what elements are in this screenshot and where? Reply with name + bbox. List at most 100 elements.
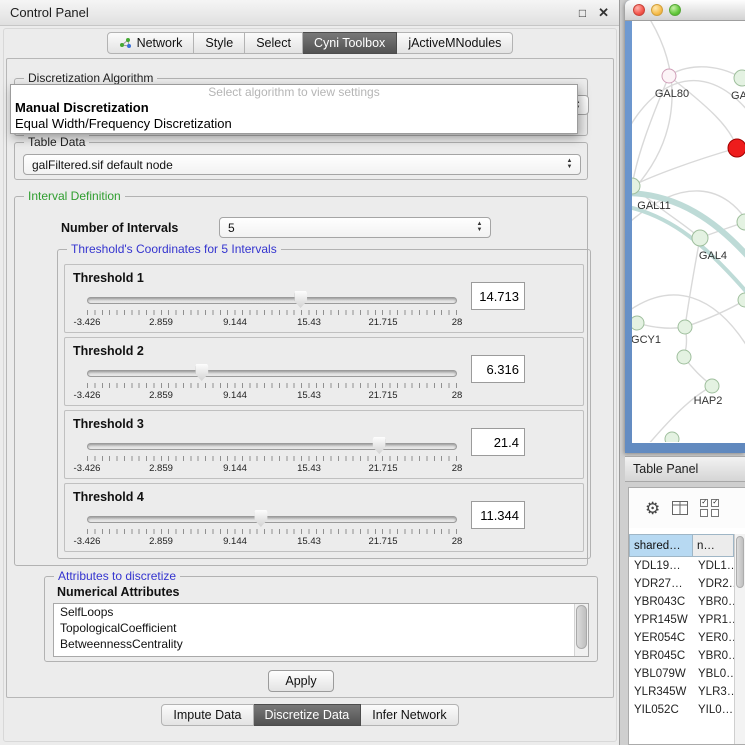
network-node[interactable]	[632, 316, 644, 330]
float-window-icon[interactable]: □	[579, 6, 586, 20]
table-row[interactable]: YBR043CYBR0…	[629, 593, 734, 611]
table-cell: YPR1…	[693, 614, 734, 626]
network-node[interactable]	[662, 69, 676, 83]
network-node[interactable]	[728, 139, 745, 157]
table-panel-title: Table Panel	[633, 462, 698, 476]
tab-select[interactable]: Select	[245, 32, 303, 54]
network-node-label: GA	[731, 90, 745, 102]
zoom-traffic-light-icon[interactable]	[669, 4, 681, 16]
network-edge	[634, 21, 672, 189]
table-data-group: Table Data galFiltered.sif default node …	[14, 142, 588, 180]
network-node[interactable]	[705, 379, 719, 393]
table-row[interactable]: YIL052CYIL0…	[629, 701, 734, 719]
table-rows: YDL19…YDL1… YDR27…YDR2… YBR043CYBR0… YPR…	[629, 557, 734, 744]
network-node[interactable]	[737, 214, 745, 230]
minimize-traffic-light-icon[interactable]	[651, 4, 663, 16]
number-of-intervals-label: Number of Intervals	[61, 221, 178, 235]
threshold-1-value-field[interactable]: 14.713	[471, 282, 525, 310]
gear-icon[interactable]: ⚙	[645, 500, 660, 517]
number-of-intervals-value: 5	[228, 221, 235, 235]
table-row[interactable]: YER054CYER0…	[629, 629, 734, 647]
network-canvas-svg[interactable]: GAL80GAGAL11GAL4GCY1HAP2	[632, 21, 745, 442]
table-row[interactable]: YPR145WYPR1…	[629, 611, 734, 629]
tab-network[interactable]: Network	[107, 32, 195, 54]
table-row[interactable]: YBL079WYBL0…	[629, 665, 734, 683]
network-node[interactable]	[678, 320, 692, 334]
tab-style[interactable]: Style	[194, 32, 245, 54]
attributes-scrollbar[interactable]	[574, 604, 588, 656]
checkbox-icon: ✓	[711, 499, 719, 507]
close-window-icon[interactable]: ✕	[598, 5, 609, 21]
algorithm-dropdown-popup: Select algorithm to view settings Manual…	[10, 84, 578, 134]
slider-track[interactable]	[87, 370, 457, 377]
dropdown-placeholder: Select algorithm to view settings	[11, 85, 577, 100]
network-node-label: GAL80	[655, 88, 689, 100]
close-traffic-light-icon[interactable]	[633, 4, 645, 16]
group-title: Threshold's Coordinates for 5 Intervals	[67, 242, 281, 256]
table-cell: YBR043C	[629, 596, 693, 608]
number-of-intervals-combobox[interactable]: 5 ▲▼	[219, 217, 491, 238]
network-node[interactable]	[738, 293, 745, 307]
scrollbar-thumb[interactable]	[736, 536, 744, 588]
network-node-label: GCY1	[632, 334, 661, 346]
columns-icon[interactable]	[672, 501, 688, 515]
table-row[interactable]: YDR27…YDR2…	[629, 575, 734, 593]
table-row[interactable]: YBR045CYBR0…	[629, 647, 734, 665]
column-header-name[interactable]: n…	[693, 534, 734, 557]
tab-impute-data[interactable]: Impute Data	[161, 704, 253, 726]
group-title: Interval Definition	[24, 189, 125, 203]
apply-button[interactable]: Apply	[268, 670, 334, 692]
list-item[interactable]: SelfLoops	[54, 604, 588, 620]
slider-track[interactable]	[87, 297, 457, 304]
checkbox-grid-icon[interactable]: ✓ ✓	[700, 499, 720, 517]
list-item[interactable]: BetweennessCentrality	[54, 636, 588, 652]
threshold-2-value-field[interactable]: 6.316	[471, 355, 525, 383]
tick-label: 2.859	[149, 317, 173, 328]
tick-label: -3.426	[74, 463, 101, 474]
table-row[interactable]: YLR345WYLR3…	[629, 683, 734, 701]
tab-label: Cyni Toolbox	[314, 36, 385, 50]
checkbox-icon	[711, 509, 719, 517]
table-scrollbar[interactable]	[734, 534, 745, 744]
list-item[interactable]: TopologicalCoefficient	[54, 620, 588, 636]
network-node[interactable]	[692, 230, 708, 246]
network-node[interactable]	[734, 70, 745, 86]
threshold-3-slider[interactable]: -3.426 2.859 9.144 15.43 21.715 28	[87, 436, 457, 478]
table-data-combobox[interactable]: galFiltered.sif default node ▲▼	[23, 154, 581, 175]
group-title: Table Data	[24, 135, 89, 149]
slider-thumb[interactable]	[254, 510, 267, 527]
slider-thumb[interactable]	[195, 364, 208, 381]
network-node[interactable]	[665, 432, 679, 442]
network-node[interactable]	[677, 350, 691, 364]
slider-thumb[interactable]	[373, 437, 386, 454]
tab-infer-network[interactable]: Infer Network	[361, 704, 458, 726]
slider-thumb[interactable]	[294, 291, 307, 308]
tab-discretize-data[interactable]: Discretize Data	[254, 704, 362, 726]
table-cell: YBL0…	[693, 668, 734, 680]
threshold-3-value-field[interactable]: 21.4	[471, 428, 525, 456]
table-cell: YLR3…	[693, 686, 734, 698]
threshold-4-value-field[interactable]: 11.344	[471, 501, 525, 529]
window-title: Control Panel	[10, 5, 567, 20]
dropdown-item-manual-discretization[interactable]: Manual Discretization	[11, 100, 577, 116]
tick-label: -3.426	[74, 536, 101, 547]
threshold-label: Threshold 1	[73, 271, 144, 285]
slider-track[interactable]	[87, 516, 457, 523]
threshold-4-slider[interactable]: -3.426 2.859 9.144 15.43 21.715 28	[87, 509, 457, 551]
column-header-shared-name[interactable]: shared…	[629, 534, 693, 557]
network-view-window: GAL80GAGAL11GAL4GCY1HAP2	[625, 0, 745, 453]
scrollbar-thumb[interactable]	[576, 605, 587, 649]
dropdown-item-equal-width-frequency[interactable]: Equal Width/Frequency Discretization	[11, 116, 577, 132]
threshold-1-slider[interactable]: -3.426 2.859 9.144 15.43 21.715 28	[87, 290, 457, 332]
threshold-2-slider[interactable]: -3.426 2.859 9.144 15.43 21.715 28	[87, 363, 457, 405]
network-canvas[interactable]: GAL80GAGAL11GAL4GCY1HAP2	[632, 21, 745, 443]
network-edge	[669, 67, 742, 78]
tab-cyni-toolbox[interactable]: Cyni Toolbox	[303, 32, 397, 54]
network-edge	[669, 76, 737, 148]
top-tab-bar: Network Style Select Cyni Toolbox jActiv…	[0, 32, 620, 54]
network-node-label: GAL11	[637, 200, 670, 212]
table-row[interactable]: YDL19…YDL1…	[629, 557, 734, 575]
checkbox-icon	[700, 509, 708, 517]
tab-jactivemnodules[interactable]: jActiveMNodules	[397, 32, 513, 54]
slider-track[interactable]	[87, 443, 457, 450]
